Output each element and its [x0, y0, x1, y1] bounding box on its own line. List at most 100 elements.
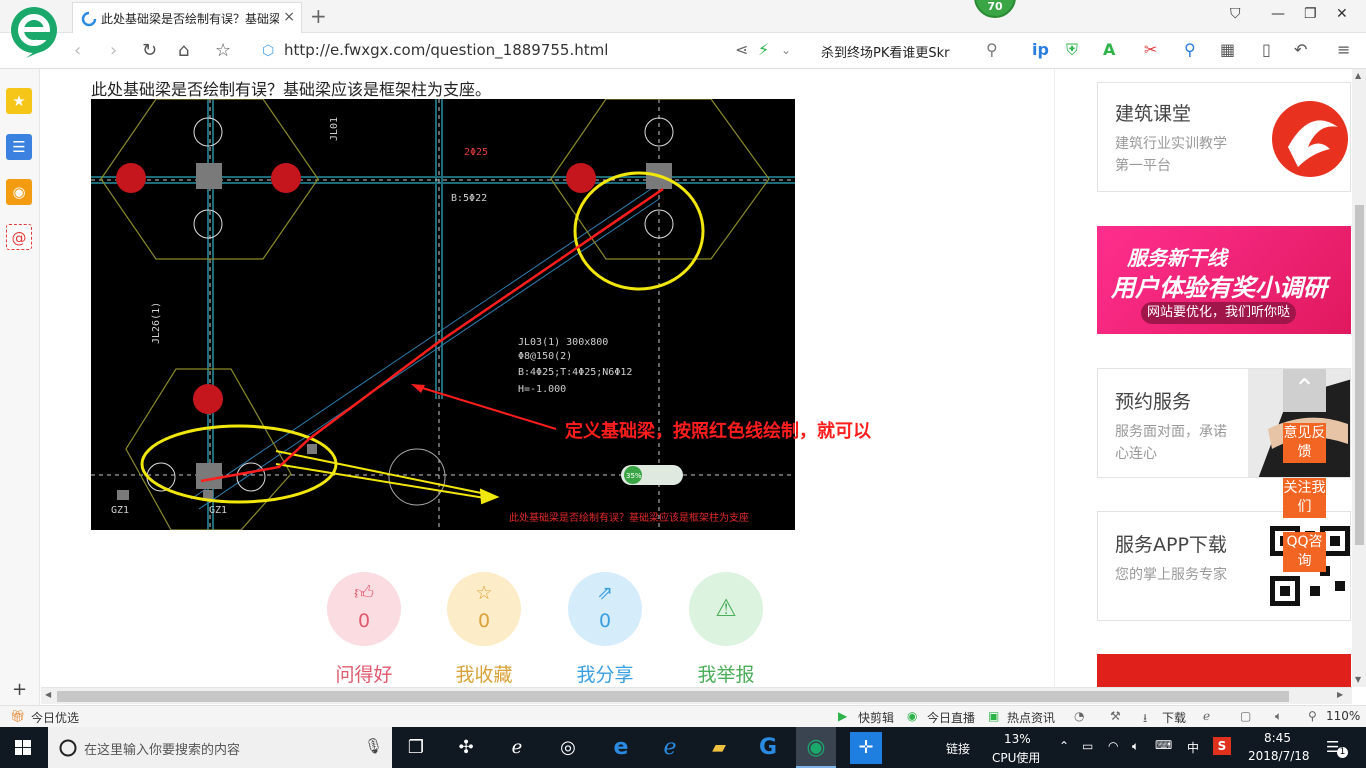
apps-grid-icon[interactable]: ▦: [1220, 40, 1235, 59]
browser-logo-icon[interactable]: [10, 6, 58, 58]
vertical-scrollbar[interactable]: ▲ ▼: [1352, 69, 1366, 687]
ie-old-icon[interactable]: ℯ: [497, 732, 537, 764]
horizontal-scrollbar[interactable]: ◀ ▶: [41, 687, 1352, 704]
scroll-left-icon[interactable]: ◀: [45, 690, 51, 699]
close-window-icon[interactable]: ✕: [1336, 6, 1348, 22]
battery-icon[interactable]: ▭: [1082, 739, 1093, 753]
shield-icon[interactable]: ⛨: [1066, 40, 1078, 60]
status-item-live[interactable]: 今日直播: [927, 709, 975, 726]
share-button[interactable]: ⇗ 0 我分享: [567, 572, 643, 687]
forward-icon[interactable]: ›: [110, 40, 117, 61]
like-button[interactable]: 👍︎ 0 问得好: [326, 572, 402, 687]
cad-drawing: JL03(1) 300x800 Φ8@150(2) B:4Φ25;T:4Φ25;…: [91, 99, 795, 530]
ip-extension-icon[interactable]: ip: [1032, 40, 1049, 59]
follow-us-button[interactable]: 关注我们: [1283, 478, 1326, 518]
clock-date[interactable]: 2018/7/18: [1248, 749, 1310, 763]
url-field[interactable]: http://e.fwxgx.com/question_1889755.html: [284, 41, 608, 59]
favorite-circle[interactable]: ☆ 0: [447, 572, 521, 646]
g-app-icon[interactable]: G: [748, 732, 788, 764]
speed-mode-icon[interactable]: ⚡: [758, 40, 769, 59]
swirl-app-icon[interactable]: ◎: [548, 732, 588, 764]
report-circle[interactable]: ⚠: [689, 572, 763, 646]
favorites-star-icon[interactable]: ★: [6, 88, 32, 114]
browser-tab[interactable]: 此处基础梁是否绘制有误？基础梁 ×: [72, 2, 302, 33]
wifi-icon[interactable]: ◠: [1108, 739, 1118, 753]
microphone-icon[interactable]: 🎙︎: [364, 737, 383, 755]
volume-icon[interactable]: 🔈︎: [1275, 709, 1282, 724]
status-item-download[interactable]: 下载: [1162, 709, 1186, 726]
speaker-icon[interactable]: 🔈︎: [1132, 739, 1139, 754]
add-sidebar-icon[interactable]: +: [12, 679, 27, 700]
bookmark-star-icon[interactable]: ☆: [215, 40, 231, 61]
status-item-video-cut[interactable]: 快剪辑: [858, 709, 894, 726]
card-course[interactable]: 建筑课堂 建筑行业实训教学第一平台: [1097, 82, 1351, 192]
remote-app-icon[interactable]: ✛: [850, 732, 882, 764]
news-icon: ▣: [988, 709, 1000, 723]
scroll-up-icon[interactable]: ▲: [1355, 71, 1361, 80]
live-icon: ◉: [907, 709, 918, 723]
back-icon[interactable]: ‹: [74, 40, 81, 61]
gift-icon[interactable]: 🎁︎: [10, 709, 25, 723]
report-button[interactable]: ⚠ 我举报: [688, 572, 764, 687]
skin-icon[interactable]: ⛉: [1230, 6, 1241, 22]
reading-mode-icon[interactable]: ▯: [1262, 40, 1271, 59]
zoom-level[interactable]: 110%: [1326, 709, 1360, 723]
windows-start-icon[interactable]: [0, 727, 48, 768]
clock-time[interactable]: 8:45: [1264, 731, 1291, 745]
tray-expand-icon[interactable]: ⌃: [1059, 739, 1069, 753]
home-icon[interactable]: ⌂: [178, 40, 189, 61]
window-icon[interactable]: ▢: [1240, 709, 1251, 723]
minimize-icon[interactable]: —: [1271, 6, 1285, 22]
feedback-button[interactable]: 意见反馈: [1283, 423, 1326, 463]
fan-app-icon[interactable]: ✣: [446, 732, 486, 764]
chevron-down-icon[interactable]: ⌄: [781, 43, 791, 57]
vertical-scroll-thumb[interactable]: [1355, 205, 1364, 545]
ie-icon[interactable]: ℯ: [650, 732, 690, 764]
email-icon[interactable]: @: [6, 224, 32, 250]
refresh-icon[interactable]: ↻: [142, 40, 157, 61]
score-badge[interactable]: 70: [974, 0, 1016, 18]
share-circle[interactable]: ⇗ 0: [568, 572, 642, 646]
star-icon: ☆: [475, 582, 493, 604]
favorite-button[interactable]: ☆ 0 我收藏: [446, 572, 522, 687]
share-page-icon[interactable]: ⋖: [735, 40, 748, 59]
tools-icon[interactable]: ⚒: [1110, 709, 1121, 723]
status-item-news[interactable]: 热点资讯: [1007, 709, 1055, 726]
scroll-right-icon[interactable]: ▶: [1337, 690, 1343, 699]
cad-label-beam: JL03(1) 300x800: [518, 337, 608, 348]
translate-icon[interactable]: A: [1103, 40, 1115, 59]
daily-picks-link[interactable]: 今日优选: [31, 709, 79, 726]
link-label[interactable]: 链接: [946, 740, 970, 757]
search-icon[interactable]: ⚲: [986, 40, 998, 59]
browser-small-icon[interactable]: ℯ: [1203, 709, 1210, 723]
search-suggestion[interactable]: 杀到终场PK看谁更Skr: [821, 42, 950, 61]
file-explorer-icon[interactable]: ▰: [699, 732, 739, 764]
scroll-down-icon[interactable]: ▼: [1355, 675, 1361, 684]
sogou-ime-icon[interactable]: S: [1213, 737, 1231, 755]
scissors-icon[interactable]: ✂: [1144, 40, 1157, 59]
edge-icon[interactable]: e: [601, 732, 641, 764]
task-view-icon[interactable]: ❐: [396, 732, 436, 764]
video-cut-icon: ▶: [838, 709, 848, 723]
taskbar-search-box[interactable]: 在这里输入你要搜索的内容 🎙︎: [48, 727, 392, 768]
keyboard-icon[interactable]: ⌨: [1155, 738, 1172, 752]
zoom-search-icon[interactable]: ⚲: [1308, 709, 1317, 723]
horizontal-scroll-thumb[interactable]: [57, 691, 1289, 702]
reader-list-icon[interactable]: ☰: [6, 134, 32, 160]
menu-icon[interactable]: ≡: [1337, 40, 1350, 59]
new-tab-button[interactable]: +: [310, 4, 327, 28]
magnifier-tool-icon[interactable]: ⚲: [1184, 40, 1196, 59]
cad-label-stirrup: Φ8@150(2): [518, 351, 572, 362]
close-tab-icon[interactable]: ×: [283, 9, 295, 25]
back-to-top-icon[interactable]: ⌃: [1283, 369, 1326, 412]
speed-icon[interactable]: ◔: [1074, 709, 1084, 723]
card-survey-banner[interactable]: 服务新干线 用户体验有奖小调研 网站要优化，我们听你哒: [1097, 226, 1351, 334]
browser-taskbar-icon[interactable]: ◉: [796, 727, 836, 768]
card-bottom-banner[interactable]: [1097, 654, 1351, 687]
like-circle[interactable]: 👍︎ 0: [327, 572, 401, 646]
undo-icon[interactable]: ↶: [1294, 40, 1307, 59]
ime-indicator[interactable]: 中: [1187, 739, 1199, 756]
qq-consult-button[interactable]: QQ咨询: [1283, 532, 1326, 572]
weibo-icon[interactable]: ◉: [6, 179, 32, 205]
maximize-icon[interactable]: ❐: [1304, 6, 1317, 22]
